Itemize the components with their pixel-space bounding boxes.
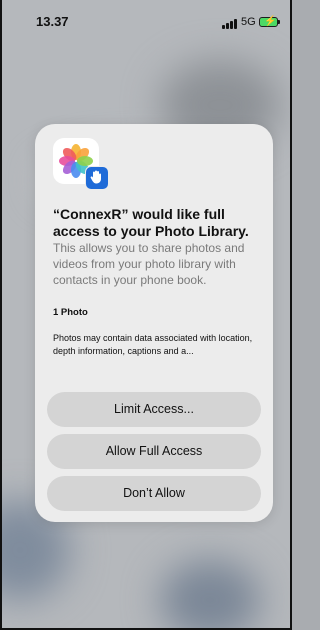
- dialog-description: This allows you to share photos and vide…: [53, 241, 245, 287]
- charging-bolt-icon: ⚡: [264, 16, 277, 27]
- limit-access-button[interactable]: Limit Access...: [47, 392, 261, 427]
- dont-allow-button[interactable]: Don’t Allow: [47, 476, 261, 511]
- battery-icon: ⚡: [259, 16, 280, 27]
- photo-count-label: 1 Photo: [53, 307, 88, 318]
- background-blur: [160, 560, 260, 630]
- hand-raised-icon: [85, 166, 109, 190]
- status-time: 13.37: [36, 14, 69, 29]
- photo-access-dialog: “ConnexR” would like full access to your…: [35, 124, 273, 522]
- metadata-note: Photos may contain data associated with …: [53, 333, 253, 356]
- cellular-signal-icon: [222, 19, 238, 29]
- allow-full-access-button[interactable]: Allow Full Access: [47, 434, 261, 469]
- status-bar: 13.37 5G ⚡: [0, 0, 292, 40]
- dialog-title: “ConnexR” would like full access to your…: [53, 206, 249, 239]
- network-type: 5G: [241, 16, 256, 28]
- phone-screen: 13.37 5G ⚡ “ConnexR” would like full acc…: [0, 0, 292, 630]
